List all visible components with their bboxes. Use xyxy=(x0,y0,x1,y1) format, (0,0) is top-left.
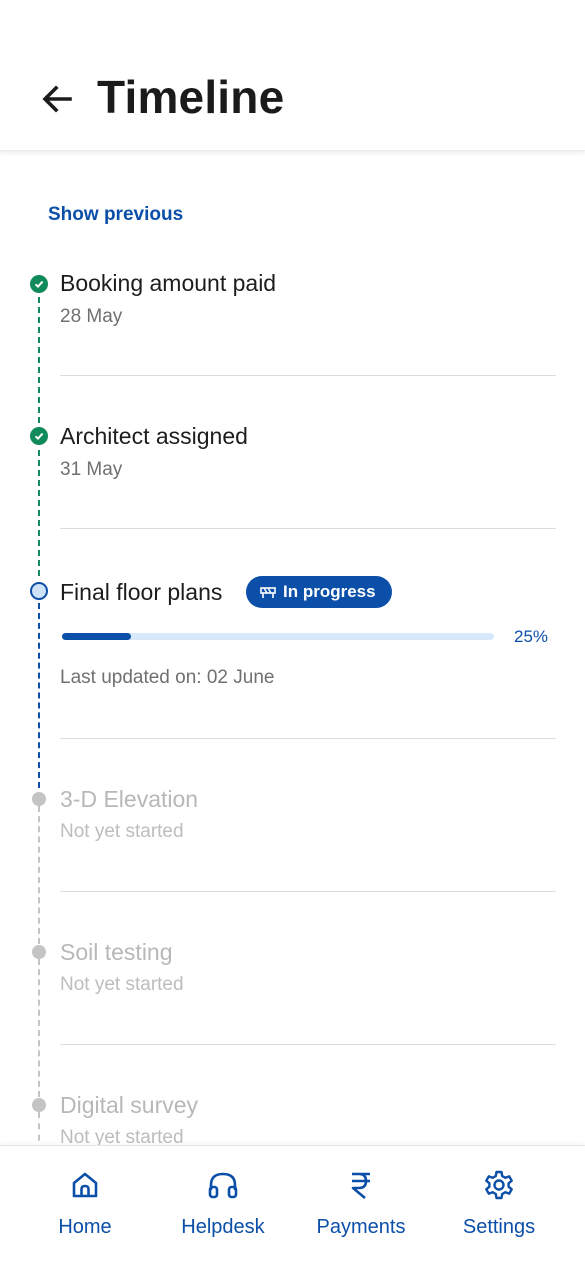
timeline-item-title: Booking amount paid xyxy=(60,270,277,296)
timeline-item-title: 3-D Elevation xyxy=(60,786,199,812)
timeline-item-date: 31 May xyxy=(60,459,123,480)
nav-home[interactable]: Home xyxy=(12,1146,158,1266)
nav-payments[interactable]: Payments xyxy=(288,1146,434,1266)
current-step-icon xyxy=(30,582,48,600)
last-updated-text: Last updated on: 02 June xyxy=(60,667,275,688)
home-icon xyxy=(68,1168,102,1202)
timeline-item-title: Soil testing xyxy=(60,939,173,965)
page-title: Timeline xyxy=(97,71,285,123)
pending-step-icon xyxy=(32,792,46,806)
arrow-left-icon xyxy=(42,85,72,113)
divider xyxy=(60,528,556,529)
nav-settings[interactable]: Settings xyxy=(426,1146,572,1266)
timeline-connector xyxy=(38,297,40,423)
status-badge: In progress xyxy=(246,576,392,608)
timeline-item-status: Not yet started xyxy=(60,974,184,995)
gear-icon xyxy=(482,1168,516,1202)
nav-label: Payments xyxy=(316,1216,406,1238)
divider xyxy=(60,375,556,376)
pending-step-icon xyxy=(32,1098,46,1112)
status-badge-label: In progress xyxy=(283,582,376,601)
divider xyxy=(60,1044,556,1045)
timeline-connector xyxy=(38,1112,40,1145)
timeline-item-status: Not yet started xyxy=(60,821,184,842)
back-button[interactable] xyxy=(36,78,78,120)
headphones-icon xyxy=(206,1168,240,1202)
timeline-item-date: 28 May xyxy=(60,306,123,327)
barrier-icon xyxy=(260,587,276,598)
nav-helpdesk[interactable]: Helpdesk xyxy=(150,1146,296,1266)
pending-step-icon xyxy=(32,945,46,959)
divider xyxy=(60,891,556,892)
timeline-item-title: Final floor plans xyxy=(60,579,223,605)
timeline-connector xyxy=(38,959,40,1097)
divider xyxy=(60,738,556,739)
nav-label: Settings xyxy=(462,1216,536,1238)
rupee-icon xyxy=(344,1168,378,1202)
timeline-item-status: Not yet started xyxy=(60,1127,184,1145)
timeline-connector xyxy=(38,450,40,576)
show-previous-link[interactable]: Show previous xyxy=(48,204,183,226)
progress-bar xyxy=(62,633,494,640)
nav-label: Helpdesk xyxy=(181,1216,265,1238)
check-circle-icon xyxy=(30,275,48,293)
timeline-content[interactable]: Show previous Booking amount paid 28 May… xyxy=(0,151,585,1145)
check-circle-icon xyxy=(30,427,48,445)
progress-bar-fill xyxy=(62,633,132,640)
nav-label: Home xyxy=(58,1216,112,1238)
timeline-item-title: Architect assigned xyxy=(60,423,248,449)
app-header: Timeline xyxy=(0,0,585,151)
timeline-item-title: Digital survey xyxy=(60,1092,199,1118)
bottom-navigation: Home Helpdesk Payments Settings xyxy=(0,1145,585,1266)
timeline-connector xyxy=(38,603,40,788)
progress-percent: 25% xyxy=(514,627,549,646)
timeline-connector xyxy=(38,806,40,944)
